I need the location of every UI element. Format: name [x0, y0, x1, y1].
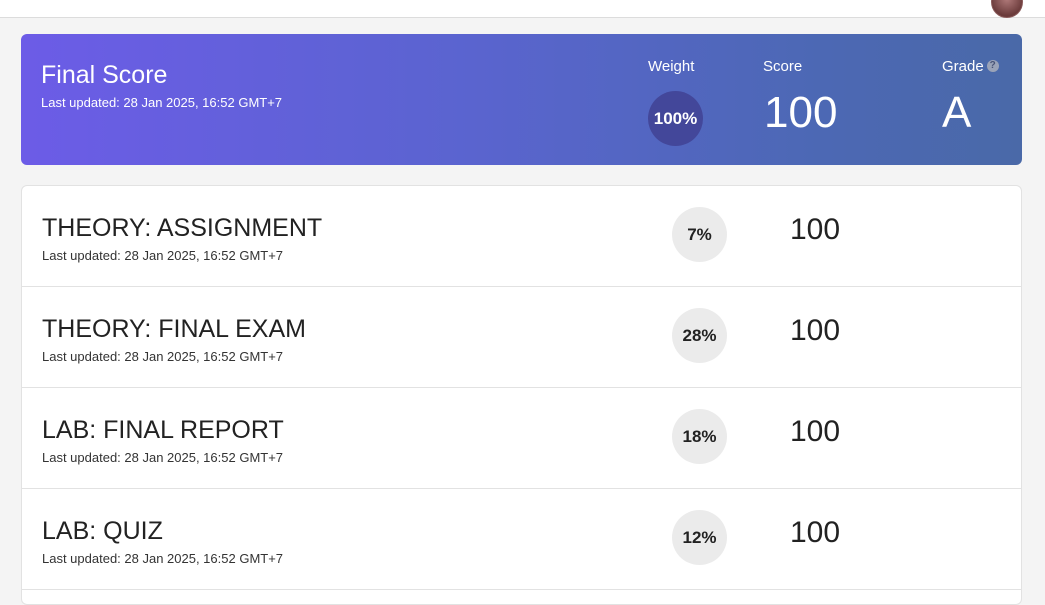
- score-item-title: THEORY: FINAL EXAM: [42, 315, 306, 343]
- score-item-row[interactable]: THEORY: FINAL EXAM Last updated: 28 Jan …: [22, 287, 1021, 388]
- grade-column-label: Grade?: [942, 58, 999, 76]
- score-item-updated: Last updated: 28 Jan 2025, 16:52 GMT+7: [42, 551, 284, 566]
- weight-column-label: Weight: [648, 58, 695, 75]
- score-item-updated: Last updated: 28 Jan 2025, 16:52 GMT+7: [42, 349, 284, 364]
- final-grade-value: A: [942, 88, 972, 137]
- final-score-updated: Last updated: 28 Jan 2025, 16:52 GMT+7: [41, 95, 283, 110]
- score-item-title: LAB: QUIZ: [42, 517, 163, 545]
- score-item-updated: Last updated: 28 Jan 2025, 16:52 GMT+7: [42, 450, 284, 465]
- score-items-card: THEORY: ASSIGNMENT Last updated: 28 Jan …: [21, 185, 1022, 605]
- score-item-score: 100: [790, 314, 841, 347]
- final-score-banner: Final Score Last updated: 28 Jan 2025, 1…: [21, 34, 1022, 165]
- score-item-score: 100: [790, 213, 841, 246]
- score-item-score: 100: [790, 516, 841, 549]
- score-item-score: 100: [790, 415, 841, 448]
- grade-label-text: Grade: [942, 58, 984, 75]
- score-item-title: THEORY: ASSIGNMENT: [42, 214, 323, 242]
- score-item-weight-badge: 18%: [672, 409, 727, 464]
- score-item-updated: Last updated: 28 Jan 2025, 16:52 GMT+7: [42, 248, 284, 263]
- score-item-weight-badge: 7%: [672, 207, 727, 262]
- score-item-row[interactable]: THEORY: ASSIGNMENT Last updated: 28 Jan …: [22, 186, 1021, 287]
- score-item-row[interactable]: LAB: FINAL REPORT Last updated: 28 Jan 2…: [22, 388, 1021, 489]
- top-navbar: [0, 0, 1045, 18]
- final-score-value: 100: [764, 88, 838, 137]
- score-item-weight-badge: 12%: [672, 510, 727, 565]
- score-column-label: Score: [763, 58, 803, 75]
- score-item-weight-badge: 28%: [672, 308, 727, 363]
- final-weight-badge: 100%: [648, 91, 703, 146]
- score-item-title: LAB: FINAL REPORT: [42, 416, 284, 444]
- user-avatar[interactable]: [991, 0, 1023, 18]
- final-score-title: Final Score: [41, 61, 168, 89]
- help-circle-icon[interactable]: ?: [986, 60, 999, 73]
